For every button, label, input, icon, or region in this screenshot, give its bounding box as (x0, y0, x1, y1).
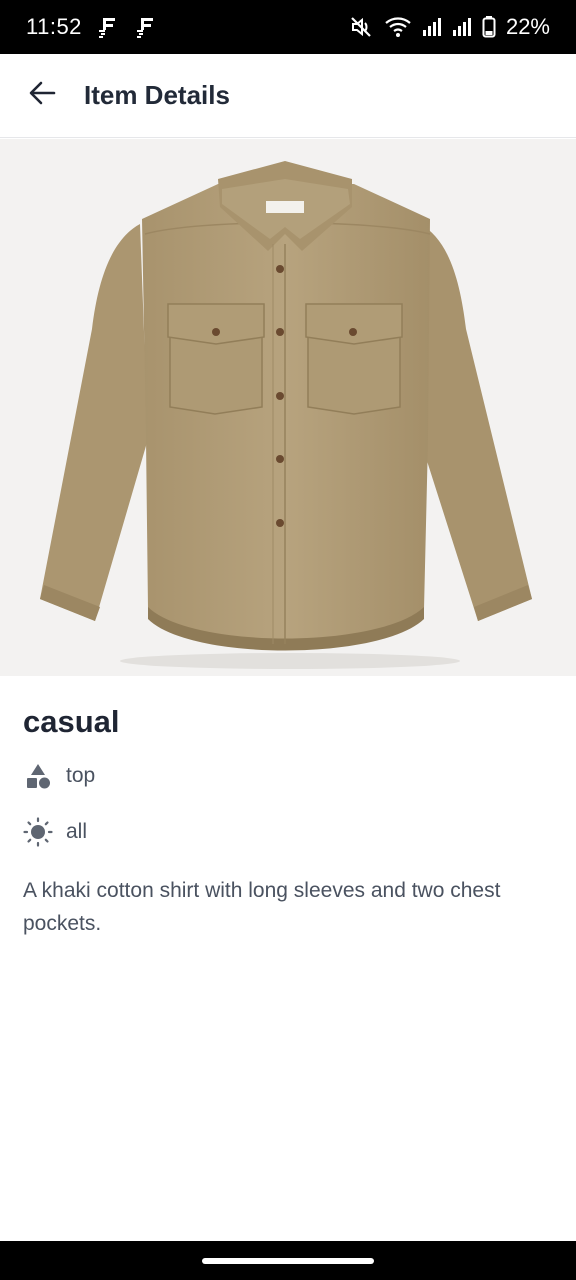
category-label: top (66, 764, 96, 787)
notification-f-icon (134, 15, 158, 39)
sun-icon (23, 817, 53, 847)
battery-percent: 22% (505, 14, 550, 39)
status-left: 11:52 (26, 14, 158, 40)
season-row: all (23, 812, 553, 852)
signal-icon (452, 16, 472, 38)
item-name: casual (23, 704, 120, 739)
home-indicator[interactable] (202, 1257, 374, 1264)
item-details-screen: 11:52 22% Item Details casual top all A … (0, 0, 576, 1280)
back-button[interactable] (22, 76, 62, 116)
status-right: 22% (348, 14, 550, 40)
arrow-back-icon (27, 78, 57, 113)
wifi-icon (384, 15, 412, 39)
status-time: 11:52 (26, 14, 82, 39)
category-row: top (23, 756, 553, 796)
status-bar: 11:52 22% (0, 0, 576, 54)
signal-icon (422, 16, 442, 38)
app-bar: Item Details (0, 54, 576, 138)
battery-icon (482, 15, 496, 39)
notification-f-icon (96, 15, 120, 39)
mute-icon (348, 14, 374, 40)
page-title: Item Details (84, 80, 230, 110)
item-details: casual top all A khaki cotton shirt with… (23, 700, 553, 940)
shapes-icon (23, 761, 53, 791)
item-image (0, 139, 576, 676)
season-label: all (66, 820, 88, 843)
system-nav-bar (0, 1241, 576, 1280)
khaki-shirt-photo (40, 161, 532, 669)
item-description: A khaki cotton shirt with long sleeves a… (23, 879, 501, 935)
